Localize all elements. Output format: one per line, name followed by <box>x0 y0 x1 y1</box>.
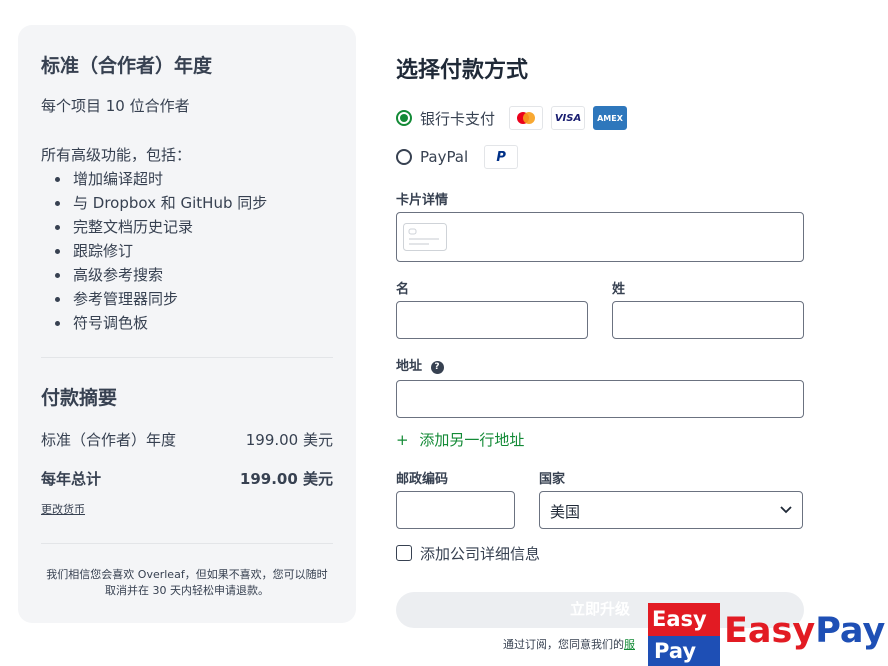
country-select[interactable]: 美国 <box>539 491 803 529</box>
first-name-label: 名 <box>396 282 410 297</box>
last-name-input[interactable] <box>612 301 804 339</box>
payment-method-title: 选择付款方式 <box>396 58 529 83</box>
plan-title: 标准（合作者）年度 <box>41 55 213 77</box>
paypal-icon: P <box>484 145 519 169</box>
feature-list: 增加编译超时 与 Dropbox 和 GitHub 同步 完整文档历史记录 跟踪… <box>41 167 267 335</box>
features-intro: 所有高级功能，包括： <box>41 146 192 164</box>
last-name-label: 姓 <box>612 282 626 297</box>
easypay-wordmark-easy: Easy <box>724 611 816 651</box>
payment-summary-title: 付款摘要 <box>41 387 118 409</box>
summary-line-amount: 199.00 美元 <box>245 431 333 449</box>
company-details-checkbox[interactable] <box>396 545 412 561</box>
summary-line-label: 标准（合作者）年度 <box>41 431 177 449</box>
chevron-down-icon <box>780 506 792 514</box>
card-radio-label[interactable]: 银行卡支付 <box>420 108 495 129</box>
feature-item: 符号调色板 <box>41 311 267 335</box>
amex-icon: AMEX <box>593 106 628 130</box>
card-radio[interactable] <box>396 110 412 126</box>
divider <box>41 357 333 358</box>
help-icon[interactable]: ? <box>430 361 444 374</box>
feature-item: 跟踪修订 <box>41 239 267 263</box>
feature-item: 高级参考搜索 <box>41 263 267 287</box>
terms-link[interactable]: 服 <box>624 638 635 651</box>
divider <box>41 543 333 544</box>
feature-item: 增加编译超时 <box>41 167 267 191</box>
feature-item: 与 Dropbox 和 GitHub 同步 <box>41 191 267 215</box>
address-label: 地址 ? <box>396 355 444 374</box>
payment-option-paypal[interactable]: PayPal P <box>396 145 519 169</box>
postal-code-input[interactable] <box>396 491 515 529</box>
summary-total-row: 每年总计 199.00 美元 <box>41 468 333 489</box>
first-name-input[interactable] <box>396 301 588 339</box>
change-currency-link[interactable]: 更改货币 <box>41 501 85 517</box>
card-details-input[interactable] <box>396 212 804 262</box>
payment-option-card[interactable]: 银行卡支付 VISA AMEX <box>396 106 628 130</box>
plus-icon: + <box>396 431 409 449</box>
add-address-line-link[interactable]: + 添加另一行地址 <box>396 429 524 450</box>
easypay-badge-bottom: Pay <box>648 636 720 666</box>
terms-prefix: 通过订阅，您同意我们的 <box>503 638 624 651</box>
summary-total-label: 每年总计 <box>41 470 102 488</box>
country-label: 国家 <box>539 472 566 487</box>
credit-card-icon <box>403 223 447 251</box>
feature-item: 完整文档历史记录 <box>41 215 267 239</box>
mastercard-icon <box>509 106 544 130</box>
visa-icon: VISA <box>551 106 586 130</box>
add-address-line-text[interactable]: 添加另一行地址 <box>419 431 524 449</box>
feature-item: 参考管理器同步 <box>41 287 267 311</box>
paypal-radio[interactable] <box>396 149 412 165</box>
easypay-wordmark: EasyPay <box>724 611 885 651</box>
company-details-label[interactable]: 添加公司详细信息 <box>420 543 540 564</box>
terms-note: 通过订阅，您同意我们的服 <box>503 636 635 652</box>
plan-summary-card: 标准（合作者）年度 每个项目 10 位合作者 所有高级功能，包括： 增加编译超时… <box>18 25 356 623</box>
address-label-text: 地址 <box>396 359 423 374</box>
summary-line-row: 标准（合作者）年度 199.00 美元 <box>41 429 333 450</box>
paypal-radio-label[interactable]: PayPal <box>420 148 468 166</box>
easypay-wordmark-pay: Pay <box>815 611 886 651</box>
easypay-badge-top: Easy <box>648 603 720 636</box>
refund-note: 我们相信您会喜欢 Overleaf，但如果不喜欢，您可以随时取消并在 30 天内… <box>46 568 328 597</box>
address-input[interactable] <box>396 380 804 418</box>
easypay-logo-badge: Easy Pay <box>648 603 720 666</box>
card-details-label: 卡片详情 <box>396 193 449 208</box>
summary-total-amount: 199.00 美元 <box>239 470 333 488</box>
country-select-value: 美国 <box>550 503 581 521</box>
plan-subtitle: 每个项目 10 位合作者 <box>41 97 190 115</box>
easypay-watermark: Easy Pay EasyPay <box>648 603 888 666</box>
postal-code-label: 邮政编码 <box>396 472 449 487</box>
